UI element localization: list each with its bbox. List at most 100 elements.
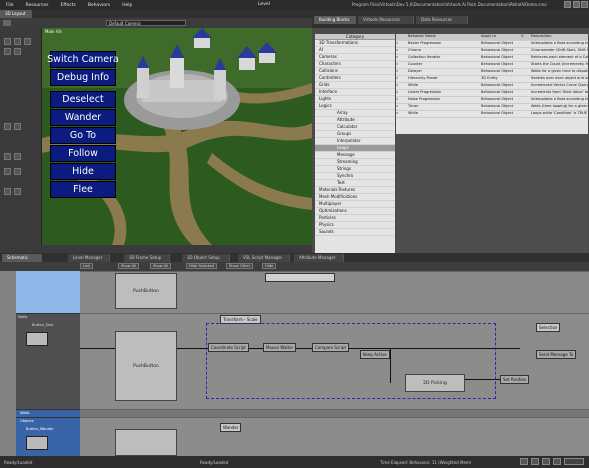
lane-button-wander[interactable]: Objects Button_Wander xyxy=(16,417,80,456)
show-all-button[interactable]: Show All xyxy=(118,263,140,269)
hand-tool-icon[interactable] xyxy=(14,188,21,195)
menu-effects[interactable]: Effects xyxy=(55,3,82,8)
tab-data-resources[interactable]: Data Resources xyxy=(416,16,468,24)
pushbutton-block-bottom[interactable] xyxy=(115,429,177,456)
select-box-icon[interactable] xyxy=(4,188,11,195)
category-item[interactable]: Interface xyxy=(315,89,395,96)
category-item[interactable]: Loops xyxy=(315,145,395,152)
table-row[interactable]: » Counter Behavioral Object Starts the Coun… xyxy=(396,62,588,69)
link-button[interactable]: Link xyxy=(80,263,94,269)
tab-attribute-manager[interactable]: Attribute Manager xyxy=(294,254,344,262)
table-row[interactable]: » Bezier Progression Behavioral Object Inte… xyxy=(396,41,588,48)
category-item[interactable]: Lights xyxy=(315,96,395,103)
fov-tool-icon[interactable] xyxy=(14,168,21,175)
table-row[interactable]: » Chrono Behavioral Object Chronometer (Shi… xyxy=(396,48,588,55)
light-tool-icon[interactable] xyxy=(4,123,11,130)
layout-icon[interactable] xyxy=(3,20,11,26)
menu-behaviors[interactable]: Behaviors xyxy=(82,3,116,8)
hide-button[interactable]: Hide xyxy=(50,163,116,180)
category-item[interactable]: Message xyxy=(315,152,395,159)
reset-icon[interactable] xyxy=(531,458,539,465)
schematic-view[interactable]: PushButton Walls Button_Dea PushButton C… xyxy=(0,271,589,456)
category-item[interactable]: Streaming xyxy=(315,159,395,166)
table-row[interactable]: » Delayer Behavioral Object Waits for a giv… xyxy=(396,69,588,76)
hide-button-toolbar[interactable]: Hide xyxy=(262,263,277,269)
category-item[interactable]: Calculator xyxy=(315,124,395,131)
category-item[interactable]: Collisions xyxy=(315,68,395,75)
category-item[interactable]: Materials-Textures xyxy=(315,187,395,194)
col-behavior-name[interactable]: Behavior Name xyxy=(408,34,481,40)
tab-schematic[interactable]: Schematic xyxy=(2,254,42,262)
3d-viewport[interactable]: Main Vis Switch Camera Debug Info Desele… xyxy=(42,28,312,245)
category-item[interactable]: Grids xyxy=(315,82,395,89)
category-item[interactable]: Characters xyxy=(315,61,395,68)
lane-button-dea[interactable]: Walls Button_Dea xyxy=(16,313,80,409)
table-row[interactable]: » Collection Iterator Behavioral Object Ret… xyxy=(396,55,588,62)
wander-block[interactable]: Wander xyxy=(220,423,242,432)
menu-help[interactable]: Help xyxy=(116,3,138,8)
settings-icon[interactable] xyxy=(553,458,561,465)
table-row[interactable]: » While Behavioral Object Loops while 'Cond… xyxy=(396,111,588,118)
pushbutton-block-top[interactable]: PushButton xyxy=(115,273,177,309)
category-item[interactable]: Groups xyxy=(315,131,395,138)
menu-resources[interactable]: Resources xyxy=(20,3,55,8)
tab-vsl-script-manager[interactable]: VSL Script Manager xyxy=(238,254,290,262)
selection-block[interactable]: Selection xyxy=(536,323,561,332)
tab-building-blocks[interactable]: Building Blocks xyxy=(314,16,356,24)
deselect-button[interactable]: Deselect xyxy=(50,91,116,108)
category-item[interactable]: Logics xyxy=(315,103,395,110)
camera-select[interactable]: Default Camera xyxy=(106,20,186,26)
show-all-button-2[interactable]: Show All xyxy=(150,263,172,269)
category-item[interactable]: Cameras xyxy=(315,54,395,61)
tab-3d-frame-setup[interactable]: 3D Frame Setup xyxy=(124,254,170,262)
send-message-block[interactable]: Send Message To xyxy=(536,350,577,359)
camera-tool-icon[interactable] xyxy=(14,48,21,55)
menu-file[interactable]: File xyxy=(0,3,20,8)
select-tool-icon[interactable] xyxy=(4,38,11,45)
table-row[interactable]: » Linear Progression Behavioral Object Incr… xyxy=(396,90,588,97)
category-item[interactable]: Test xyxy=(315,180,395,187)
col-apply-to[interactable]: Apply to xyxy=(481,34,521,40)
pan-tool-icon[interactable] xyxy=(4,153,11,160)
close-icon[interactable] xyxy=(581,1,588,8)
col-version[interactable]: V xyxy=(521,34,531,40)
category-item[interactable]: Mesh Modifications xyxy=(315,194,395,201)
tab-level-manager[interactable]: Level Manager xyxy=(68,254,110,262)
category-item[interactable]: Multiplayer xyxy=(315,201,395,208)
scale-tool-icon[interactable] xyxy=(4,48,11,55)
category-item[interactable]: Synchro xyxy=(315,173,395,180)
follow-button[interactable]: Follow xyxy=(50,145,116,162)
flee-button[interactable]: Flee xyxy=(50,181,116,198)
col-description[interactable]: Description xyxy=(531,34,588,40)
go-to-button[interactable]: Go To xyxy=(50,127,116,144)
category-item[interactable]: AI xyxy=(315,47,395,54)
pushbutton-block[interactable]: PushButton xyxy=(115,331,177,401)
tab-3d-object-setup[interactable]: 3D Object Setup xyxy=(182,254,230,262)
table-row[interactable]: » Hierarchy Parser 3D Entity Iterates over … xyxy=(396,76,588,83)
lane-walls[interactable]: Walls xyxy=(16,409,80,417)
lane-header-selected[interactable] xyxy=(16,271,80,313)
tab-virtools-resources[interactable]: Virtools Resources xyxy=(358,16,414,24)
minimize-icon[interactable] xyxy=(564,1,571,8)
tab-3d-layout[interactable]: 3D Layout xyxy=(0,10,32,18)
show-other-button[interactable]: Show Other xyxy=(226,263,254,269)
switch-camera-button[interactable]: Switch Camera xyxy=(47,51,119,68)
category-item[interactable]: Strings xyxy=(315,166,395,173)
play-icon[interactable] xyxy=(520,458,528,465)
category-item[interactable]: Optimizations xyxy=(315,208,395,215)
zoom-tool-icon[interactable] xyxy=(14,153,21,160)
table-row[interactable]: » While Behavioral Object Incremental Vecto… xyxy=(396,83,588,90)
category-item[interactable]: Array xyxy=(315,110,395,117)
maximize-icon[interactable] xyxy=(573,1,580,8)
category-item[interactable]: 3D Transformations xyxy=(315,40,395,47)
table-row[interactable]: » Noise Progression Behavioral Object Inter… xyxy=(396,97,588,104)
category-item[interactable]: Interpolator xyxy=(315,138,395,145)
step-icon[interactable] xyxy=(542,458,550,465)
category-item[interactable]: Sounds xyxy=(315,229,395,236)
table-row[interactable]: » Timer Behavioral Object Waits (time loopi… xyxy=(396,104,588,111)
category-item[interactable]: Particles xyxy=(315,215,395,222)
debug-info-button[interactable]: Debug Info xyxy=(50,69,116,86)
grid-tool-icon[interactable] xyxy=(14,123,21,130)
move-tool-icon[interactable] xyxy=(14,38,21,45)
hide-selected-button[interactable]: Hide Selected xyxy=(186,263,217,269)
